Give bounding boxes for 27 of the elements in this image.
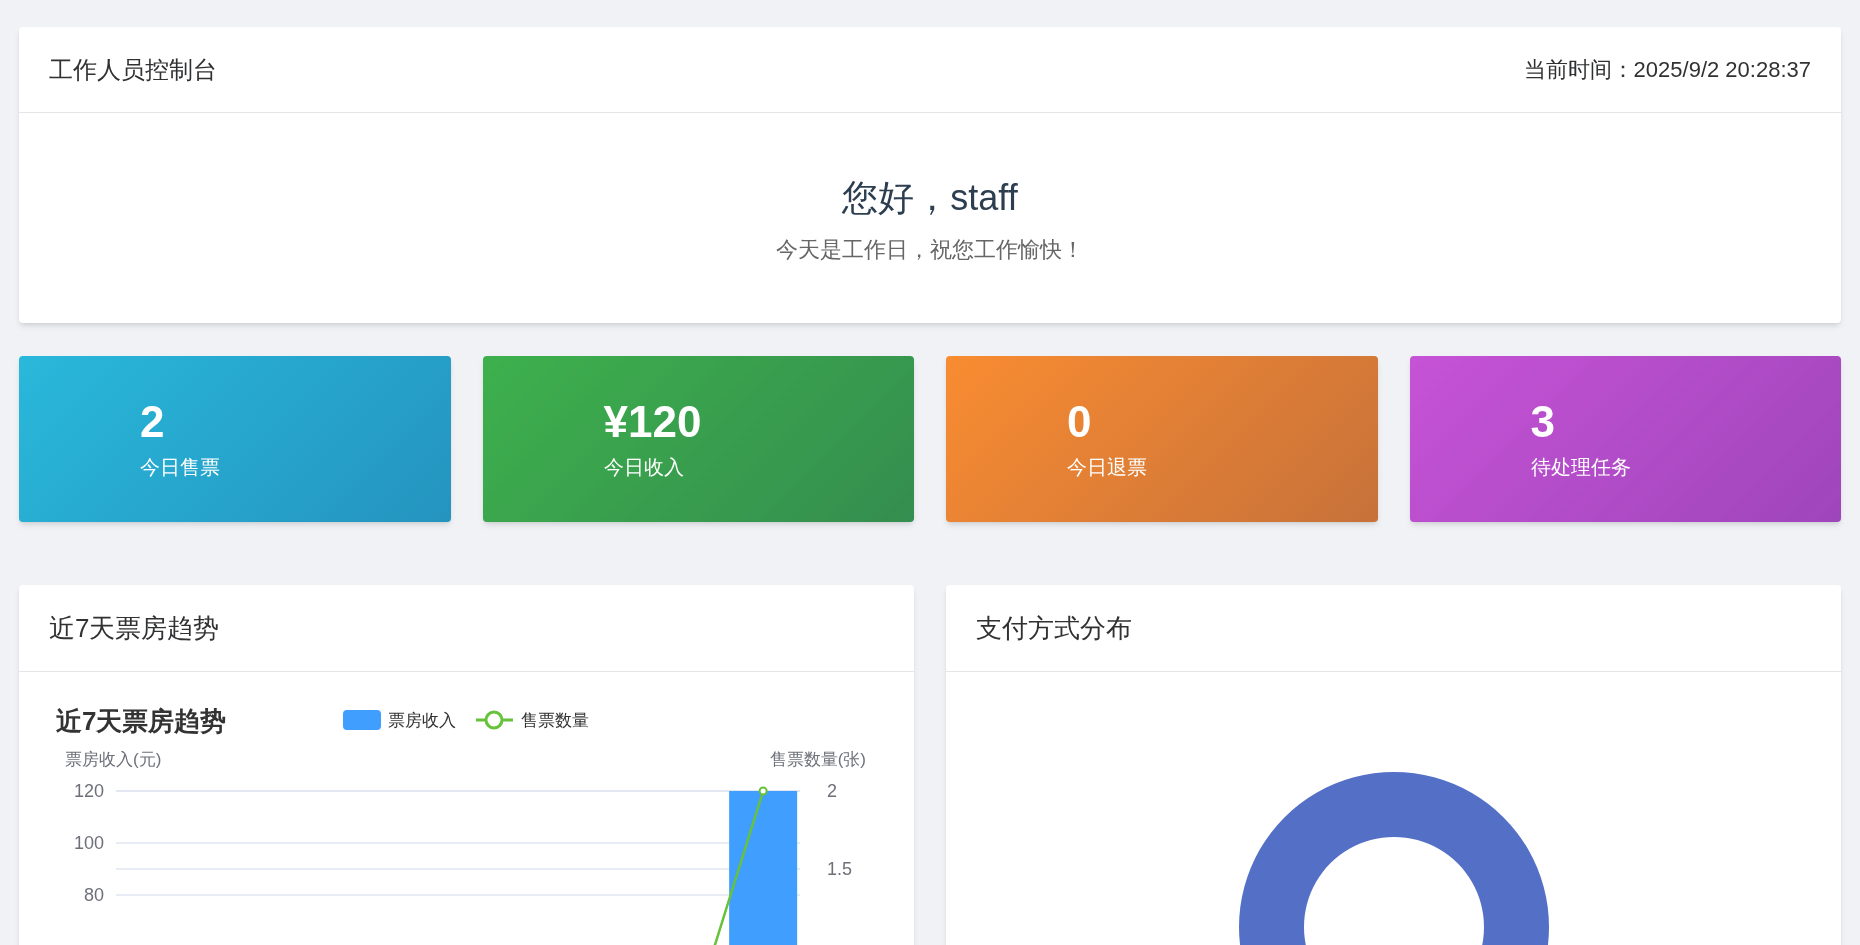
axis-title: 售票数量(张) bbox=[769, 750, 866, 769]
axis-title: 票房收入(元) bbox=[65, 750, 162, 769]
current-time: 当前时间：2025/9/2 20:28:37 bbox=[1523, 56, 1811, 84]
panel-title: 近7天票房趋势 bbox=[49, 611, 220, 645]
tick-label: 2 bbox=[827, 781, 837, 801]
greeting: 您好，staff bbox=[842, 175, 1018, 220]
legend-swatch[interactable] bbox=[343, 710, 381, 730]
stat-label: 待处理任务 bbox=[1530, 455, 1632, 480]
chart-title: 近7天票房趋势 bbox=[56, 706, 227, 736]
page-title: 工作人员控制台 bbox=[49, 54, 217, 85]
legend-label[interactable]: 票房收入 bbox=[388, 711, 456, 730]
tick-label: 1.5 bbox=[827, 859, 853, 879]
stat-value: 3 bbox=[1530, 396, 1556, 448]
tick-label: 100 bbox=[73, 833, 104, 853]
data-point bbox=[758, 786, 768, 796]
stat-value: 0 bbox=[1067, 396, 1093, 448]
stat-label: 今日收入 bbox=[603, 455, 685, 480]
stat-label: 今日售票 bbox=[140, 455, 221, 480]
tick-label: 120 bbox=[73, 781, 104, 801]
legend-label[interactable]: 售票数量 bbox=[521, 711, 589, 730]
legend-line-icon[interactable] bbox=[476, 710, 513, 730]
stat-label: 今日退票 bbox=[1067, 455, 1148, 480]
panel-title: 支付方式分布 bbox=[976, 611, 1132, 645]
stat-value: 2 bbox=[140, 396, 166, 448]
welcome-message: 今天是工作日，祝您工作愉快！ bbox=[776, 235, 1084, 264]
stat-value: ¥120 bbox=[603, 396, 703, 448]
tick-label: 80 bbox=[83, 885, 104, 905]
